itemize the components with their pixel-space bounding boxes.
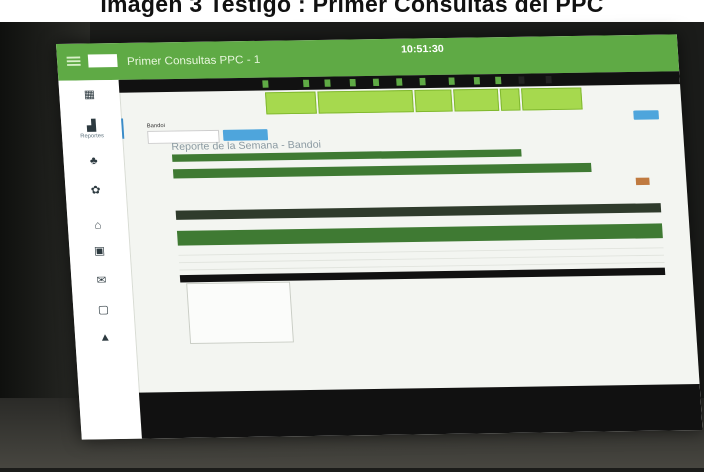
sidebar-item-label — [66, 198, 126, 199]
action-button[interactable] — [633, 110, 659, 120]
sidebar-item-settings[interactable]: ✿ — [65, 183, 126, 199]
nav-item[interactable] — [350, 79, 356, 86]
sidebar-item-person[interactable]: ▲ — [75, 330, 136, 346]
caption-strip: Imagen 3 Testigo : Primer Consultas del … — [0, 0, 704, 22]
nav-item[interactable] — [474, 77, 480, 84]
summary-tile[interactable] — [317, 90, 414, 114]
home-icon: ⌂ — [67, 218, 128, 232]
panel-header — [173, 163, 592, 179]
sidebar-item-reportes[interactable]: ▟ Reportes — [61, 118, 124, 139]
document-icon: ▢ — [73, 303, 134, 317]
app-screen: Primer Consultas PPC - 1 10:51:30 ▦ ▟ Re… — [56, 34, 703, 439]
sidebar-item-mail[interactable]: ✉ — [71, 273, 132, 289]
summary-tile[interactable] — [265, 92, 317, 115]
sidebar-item-label — [68, 233, 128, 234]
summary-tile[interactable] — [500, 88, 521, 110]
report-title: Reporte de la Semana - Bandoi — [171, 139, 321, 152]
nav-item[interactable] — [396, 78, 402, 85]
summary-tile[interactable] — [414, 89, 452, 112]
sidebar-item-calendar[interactable]: ▦ — [59, 87, 120, 103]
sidebar-item-users[interactable]: ♣ — [63, 153, 124, 169]
nav-item[interactable] — [518, 76, 524, 83]
mail-icon: ✉ — [71, 273, 132, 287]
summary-tile[interactable] — [453, 89, 499, 112]
filter-button[interactable] — [223, 129, 268, 141]
nav-item[interactable] — [419, 78, 425, 85]
filter-label: Bandoi — [147, 123, 165, 129]
sidebar-item-label — [76, 345, 136, 346]
sidebar-item-label — [72, 288, 132, 289]
summary-tile[interactable] — [521, 87, 583, 110]
settings-icon: ✿ — [65, 183, 126, 197]
user-menu[interactable] — [652, 47, 668, 54]
footer-bar — [139, 384, 703, 439]
sidebar-item-label — [70, 258, 130, 259]
person-icon: ▲ — [75, 330, 136, 344]
clock-time: 10:51:30 — [401, 44, 444, 56]
details-box — [186, 282, 294, 344]
nav-item[interactable] — [324, 79, 330, 86]
calendar-icon: ▦ — [59, 87, 120, 101]
sidebar: ▦ ▟ Reportes ♣ ✿ ⌂ ▣ — [58, 80, 143, 440]
sidebar-item-label — [74, 317, 134, 318]
status-badge[interactable] — [636, 178, 650, 186]
nav-item[interactable] — [546, 76, 552, 83]
app-title: Primer Consultas PPC - 1 — [127, 53, 261, 68]
chart-icon: ▟ — [61, 119, 122, 133]
nav-item[interactable] — [303, 80, 309, 87]
nav-item[interactable] — [495, 77, 501, 84]
sidebar-item-label: Reportes — [62, 133, 122, 139]
nav-item[interactable] — [262, 80, 268, 87]
sidebar-item-home[interactable]: ⌂ — [67, 218, 128, 234]
monitor: Primer Consultas PPC - 1 10:51:30 ▦ ▟ Re… — [50, 22, 690, 472]
nav-item[interactable] — [449, 77, 455, 84]
sidebar-item-label — [64, 168, 124, 169]
users-icon: ♣ — [63, 153, 124, 167]
nav-item[interactable] — [373, 79, 379, 86]
menu-icon[interactable] — [67, 57, 81, 66]
briefcase-icon: ▣ — [69, 244, 130, 258]
image-caption: Imagen 3 Testigo : Primer Consultas del … — [0, 0, 704, 18]
sidebar-item-label — [60, 102, 120, 103]
sidebar-item-documents[interactable]: ▢ — [73, 303, 134, 319]
app-logo[interactable] — [88, 54, 118, 67]
sidebar-item-briefcase[interactable]: ▣ — [69, 244, 130, 260]
table-header — [176, 203, 662, 220]
